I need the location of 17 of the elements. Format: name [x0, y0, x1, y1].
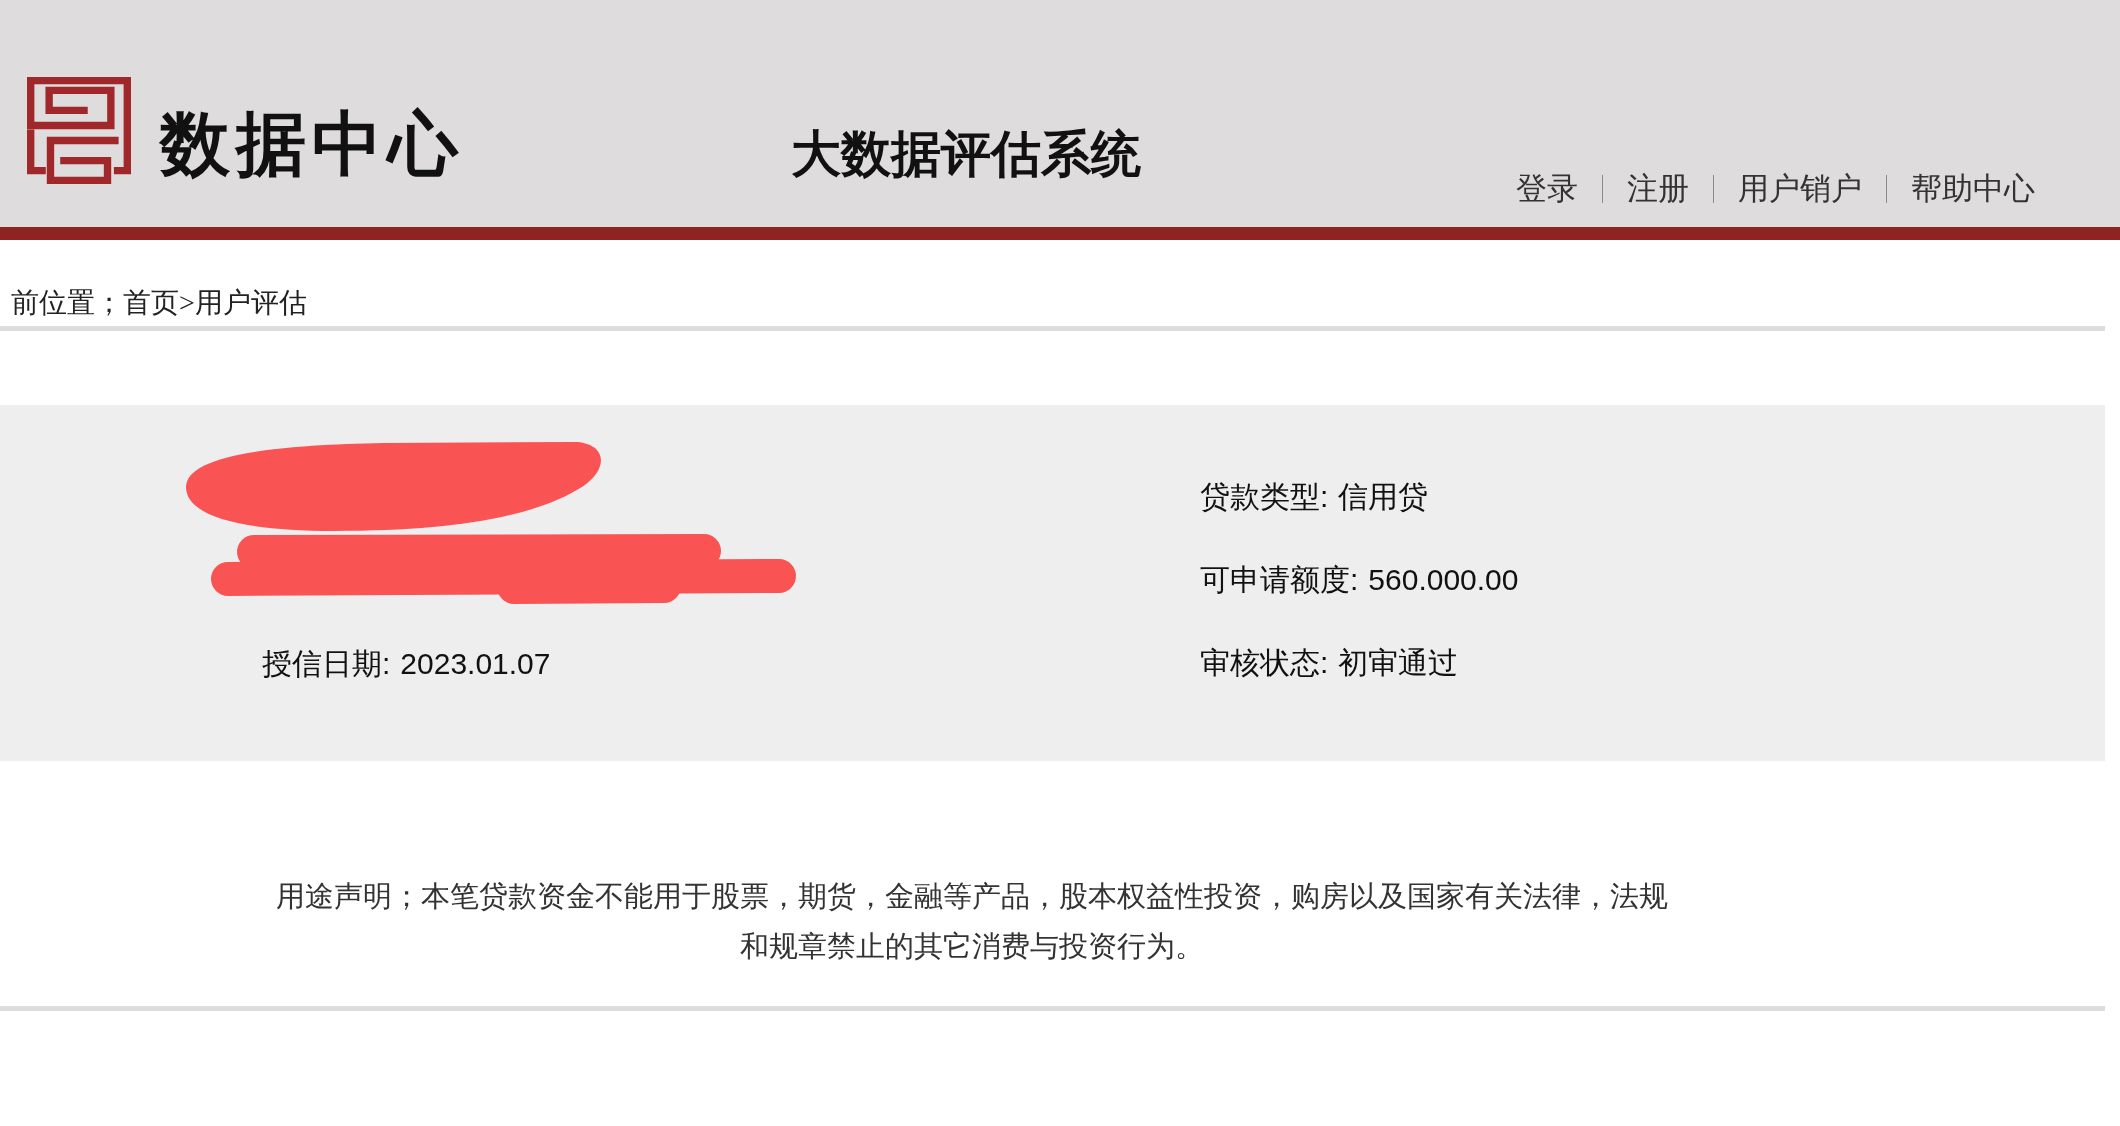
field-label: 审核状态: [1200, 645, 1329, 681]
field-label: 授信日期: [262, 646, 391, 682]
field-label: 可申请额度: [1200, 562, 1359, 598]
usage-statement: 用途声明；本笔贷款资金不能用于股票，期货，金融等产品，股本权益性投资，购房以及国家有关法律，法规和规章禁止的其它消费与投资行为。 [274, 879, 1669, 964]
nav-link[interactable]: 登录 [1516, 169, 1578, 209]
logo-text: 数据中心 [160, 105, 464, 185]
field-value: 2023.01.07 [400, 646, 551, 682]
field-value: 560.000.00 [1368, 562, 1519, 598]
nav-link[interactable]: 注册 [1627, 169, 1689, 209]
field-value: 信用贷 [1338, 479, 1429, 515]
nav-link[interactable]: 帮助中心 [1911, 169, 2035, 209]
system-title: 大数据评估系统 [791, 125, 1141, 184]
breadcrumb: 前位置；首页>用户评估 [10, 286, 307, 320]
field-value: 初审通过 [1338, 645, 1459, 681]
field-label: 贷款类型: [1200, 479, 1329, 515]
square-spiral-icon [27, 77, 131, 184]
nav-link[interactable]: 用户销户 [1738, 169, 1862, 209]
